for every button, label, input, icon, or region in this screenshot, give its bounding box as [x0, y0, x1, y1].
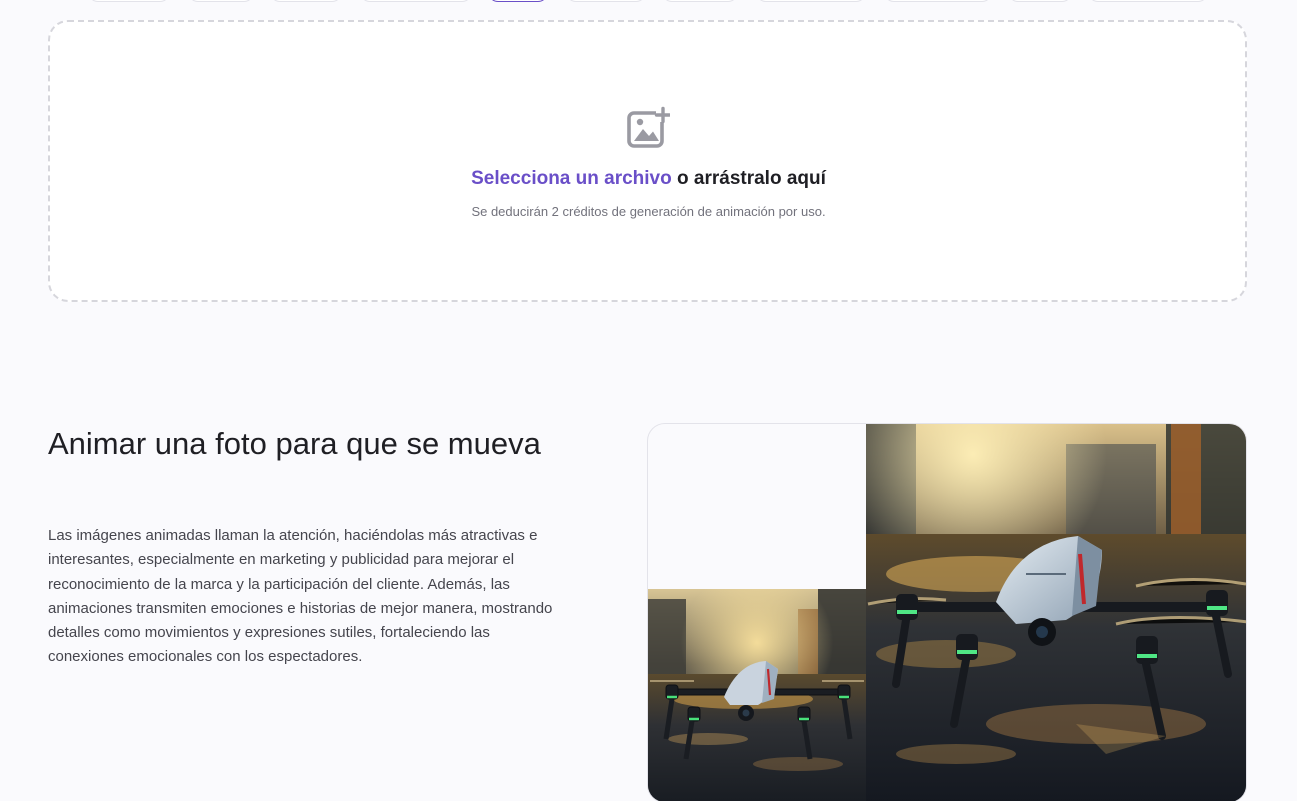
upload-dropzone[interactable]: [48, 20, 1247, 302]
tab-2[interactable]: [188, 0, 254, 2]
select-file-link[interactable]: Selecciona un archivo: [471, 168, 672, 189]
drone-image-large: [866, 424, 1246, 801]
drone-image-small: [648, 589, 866, 801]
tab-7[interactable]: [662, 0, 738, 2]
tab-6[interactable]: [566, 0, 646, 2]
tab-10[interactable]: [1008, 0, 1072, 2]
tab-8[interactable]: [756, 0, 866, 2]
add-image-icon[interactable]: [626, 106, 670, 150]
feature-description: Las imágenes animadas llaman la atención…: [48, 527, 553, 666]
tab-row: [0, 0, 1297, 2]
feature-title: Animar una foto para que se mueva: [48, 426, 541, 461]
tab-active[interactable]: [488, 0, 548, 2]
tab-1[interactable]: [88, 0, 170, 2]
tab-4[interactable]: [360, 0, 472, 2]
upload-prompt: Selecciona un archivo o arrástralo aquí: [0, 168, 1297, 190]
tab-9[interactable]: [884, 0, 992, 2]
tab-11[interactable]: [1088, 0, 1208, 2]
page: Selecciona un archivo o arrástralo aquí …: [0, 0, 1297, 801]
showcase-images: [647, 423, 1247, 801]
drag-here-text: o arrástralo aquí: [671, 168, 826, 189]
tab-3[interactable]: [270, 0, 342, 2]
credits-note: Se deducirán 2 créditos de generación de…: [471, 204, 826, 219]
